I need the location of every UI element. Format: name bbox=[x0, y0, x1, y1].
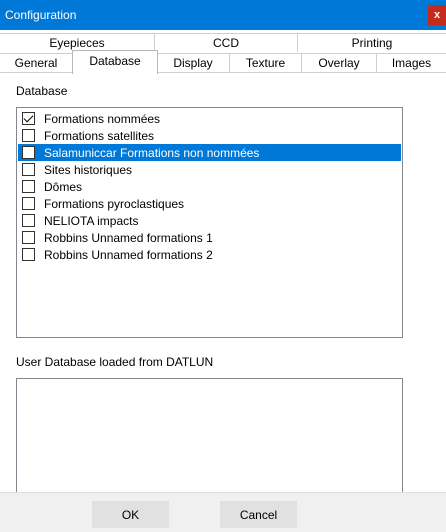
list-item-label: Formations nommées bbox=[44, 111, 161, 126]
list-item-label: NELIOTA impacts bbox=[44, 213, 139, 228]
checkbox[interactable] bbox=[22, 163, 35, 176]
list-item[interactable]: Formations nommées bbox=[18, 110, 401, 127]
tab-label: Texture bbox=[245, 56, 286, 70]
list-item-label: Dômes bbox=[44, 179, 83, 194]
checkbox[interactable] bbox=[22, 146, 35, 159]
title-bar: Configuration x bbox=[0, 0, 446, 30]
user-database-list[interactable] bbox=[16, 378, 403, 493]
tab-images[interactable]: Images bbox=[377, 53, 446, 72]
list-item-label: Robbins Unnamed formations 2 bbox=[44, 247, 213, 262]
list-item[interactable]: Formations satellites bbox=[18, 127, 401, 144]
checkbox[interactable] bbox=[22, 231, 35, 244]
checkbox[interactable] bbox=[22, 180, 35, 193]
database-section-label: Database bbox=[16, 84, 68, 98]
list-item[interactable]: Robbins Unnamed formations 1 bbox=[18, 229, 401, 246]
list-item-label: Robbins Unnamed formations 1 bbox=[44, 230, 213, 245]
checkbox[interactable] bbox=[22, 248, 35, 261]
database-checklist[interactable]: Formations nommées Formations satellites S… bbox=[16, 107, 403, 338]
list-item-label: Salamuniccar Formations non nommées bbox=[44, 145, 260, 160]
window-title: Configuration bbox=[5, 8, 77, 22]
tab-general[interactable]: General bbox=[0, 53, 73, 72]
checkbox-checked[interactable] bbox=[22, 112, 35, 125]
list-item-label: Sites historiques bbox=[44, 162, 133, 177]
tab-row-top: Eyepieces CCD Printing bbox=[0, 33, 446, 52]
tab-database[interactable]: Database bbox=[72, 50, 158, 74]
tab-label: Images bbox=[391, 56, 432, 70]
tab-ccd[interactable]: CCD bbox=[155, 33, 298, 52]
list-item-label: Formations satellites bbox=[44, 128, 155, 143]
tab-label: Overlay bbox=[318, 56, 360, 70]
button-bar: OK Cancel bbox=[0, 492, 446, 532]
list-item[interactable]: Formations pyroclastiques bbox=[18, 195, 401, 212]
list-item[interactable]: Dômes bbox=[18, 178, 401, 195]
user-database-label: User Database loaded from DATLUN bbox=[16, 355, 214, 369]
tab-row-bottom: General Database Display Texture Overlay… bbox=[0, 50, 446, 74]
tab-label: Database bbox=[89, 54, 141, 68]
tab-overlay[interactable]: Overlay bbox=[302, 53, 377, 72]
tab-label: General bbox=[14, 56, 58, 70]
tab-label: Eyepieces bbox=[49, 36, 105, 50]
tab-printing[interactable]: Printing bbox=[298, 33, 446, 52]
list-item[interactable]: Robbins Unnamed formations 2 bbox=[18, 246, 401, 263]
close-button[interactable]: x bbox=[428, 5, 446, 25]
checkbox[interactable] bbox=[22, 129, 35, 142]
list-item[interactable]: Salamuniccar Formations non nommées bbox=[18, 144, 401, 161]
close-icon: x bbox=[433, 9, 441, 21]
checkbox[interactable] bbox=[22, 214, 35, 227]
list-item[interactable]: NELIOTA impacts bbox=[18, 212, 401, 229]
cancel-button[interactable]: Cancel bbox=[220, 501, 297, 528]
tab-label: Printing bbox=[351, 36, 393, 50]
ok-button[interactable]: OK bbox=[92, 501, 169, 528]
tab-texture[interactable]: Texture bbox=[230, 53, 302, 72]
checkbox[interactable] bbox=[22, 197, 35, 210]
tab-label: CCD bbox=[213, 36, 239, 50]
tab-display[interactable]: Display bbox=[157, 53, 230, 72]
list-item-label: Formations pyroclastiques bbox=[44, 196, 185, 211]
tab-label: Display bbox=[173, 56, 213, 70]
list-item[interactable]: Sites historiques bbox=[18, 161, 401, 178]
